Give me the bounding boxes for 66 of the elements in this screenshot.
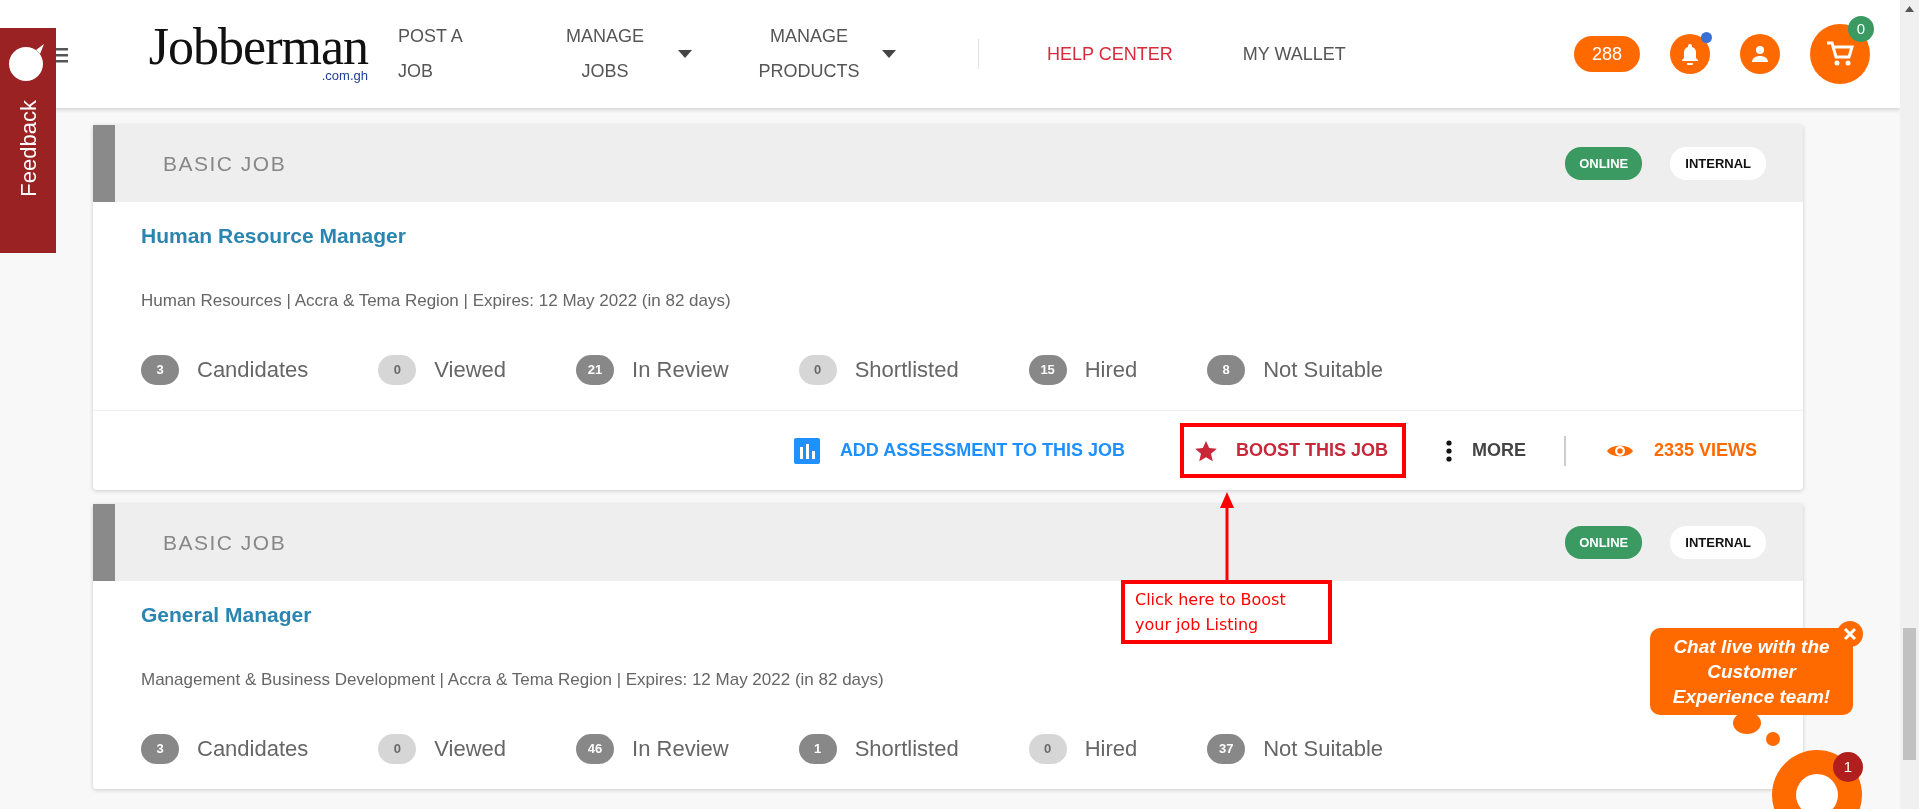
chat-prompt: Chat live with the Customer Experience team! bbox=[1650, 628, 1853, 715]
chat-face-icon bbox=[1796, 774, 1838, 809]
visibility-badge: INTERNAL bbox=[1670, 146, 1766, 181]
account-button[interactable] bbox=[1740, 34, 1780, 74]
nav-link[interactable]: HELP CENTER bbox=[1047, 36, 1173, 72]
notifications-button[interactable] bbox=[1670, 34, 1710, 74]
job-type: BASIC JOB bbox=[163, 529, 288, 556]
chat-unread-count: 1 bbox=[1833, 752, 1863, 782]
boost-button[interactable]: BOOST THIS JOB bbox=[1179, 423, 1406, 478]
count-pill: 3 bbox=[141, 733, 179, 764]
stat-label: Hired bbox=[1084, 735, 1138, 763]
visibility-badge: INTERNAL bbox=[1670, 525, 1766, 560]
stat-label: Candidates bbox=[197, 735, 309, 763]
count-pill: 3 bbox=[141, 354, 179, 385]
count-pill: 21 bbox=[576, 354, 615, 385]
more-icon bbox=[1445, 439, 1452, 462]
cart-icon bbox=[1826, 41, 1854, 67]
job-type: BASIC JOB bbox=[163, 150, 288, 177]
count-pill: 0 bbox=[798, 354, 837, 385]
star-icon bbox=[1193, 439, 1218, 462]
logo-domain: .com.gh bbox=[321, 69, 368, 83]
logo-wordmark[interactable]: Jobberman bbox=[148, 25, 368, 69]
stat-label: Viewed bbox=[434, 356, 507, 384]
count-pill: 46 bbox=[576, 733, 615, 764]
stat-label: Not Suitable bbox=[1263, 356, 1384, 384]
nav-link[interactable]: MANAGE JOBS bbox=[550, 19, 692, 89]
job-details: Human Resources | Accra & Tema Region | Expires: 12 May 2022 (in 82 days) bbox=[141, 289, 732, 312]
stat-label: Viewed bbox=[434, 735, 507, 763]
nav-link[interactable]: MY WALLET bbox=[1242, 36, 1346, 72]
stat-label: In Review bbox=[632, 735, 729, 763]
stat-label: Candidates bbox=[197, 356, 309, 384]
stat-label: Shortlisted bbox=[854, 735, 959, 763]
nav-link[interactable]: MANAGE PRODUCTS bbox=[754, 19, 896, 89]
count-pill: 0 bbox=[378, 733, 417, 764]
scrollbar-thumb[interactable] bbox=[1903, 628, 1916, 760]
cart-count: 0 bbox=[1848, 16, 1874, 42]
job-title-link[interactable]: General Manager bbox=[141, 599, 312, 631]
feedback-label: Feedback bbox=[14, 100, 42, 197]
stat-label: Not Suitable bbox=[1263, 735, 1384, 763]
menu-icon[interactable] bbox=[56, 46, 68, 64]
count-pill: 0 bbox=[378, 354, 417, 385]
annotation-callout: Click here to Boost your job Listing bbox=[1121, 580, 1332, 644]
stat-label: Shortlisted bbox=[854, 356, 959, 384]
views-count: 2335 VIEWS bbox=[1605, 437, 1757, 464]
nav-link[interactable]: POST A JOB bbox=[398, 19, 478, 89]
scrollbar[interactable] bbox=[1900, 0, 1919, 809]
job-title-link[interactable]: Human Resource Manager bbox=[141, 220, 406, 252]
caret-icon bbox=[882, 50, 896, 58]
bell-icon bbox=[1680, 43, 1700, 65]
feedback-tab[interactable]: Feedback bbox=[0, 28, 56, 253]
scroll-up-icon[interactable] bbox=[1905, 6, 1914, 12]
count-pill: 37 bbox=[1207, 733, 1246, 764]
user-icon bbox=[1751, 45, 1769, 63]
cart-button[interactable] bbox=[1810, 24, 1870, 84]
caret-icon bbox=[678, 50, 692, 58]
status-badge: ONLINE bbox=[1565, 146, 1643, 181]
count-pill: 1 bbox=[798, 733, 837, 764]
count-pill: 8 bbox=[1207, 354, 1246, 385]
close-icon[interactable] bbox=[1837, 621, 1863, 647]
count-pill: 0 bbox=[1028, 733, 1067, 764]
more-button[interactable]: MORE bbox=[1445, 437, 1526, 464]
stat-label: Hired bbox=[1084, 356, 1138, 384]
stat-label: In Review bbox=[632, 356, 729, 384]
chart-icon bbox=[793, 437, 820, 464]
status-badge: ONLINE bbox=[1565, 525, 1643, 560]
count-pill: 15 bbox=[1028, 354, 1067, 385]
